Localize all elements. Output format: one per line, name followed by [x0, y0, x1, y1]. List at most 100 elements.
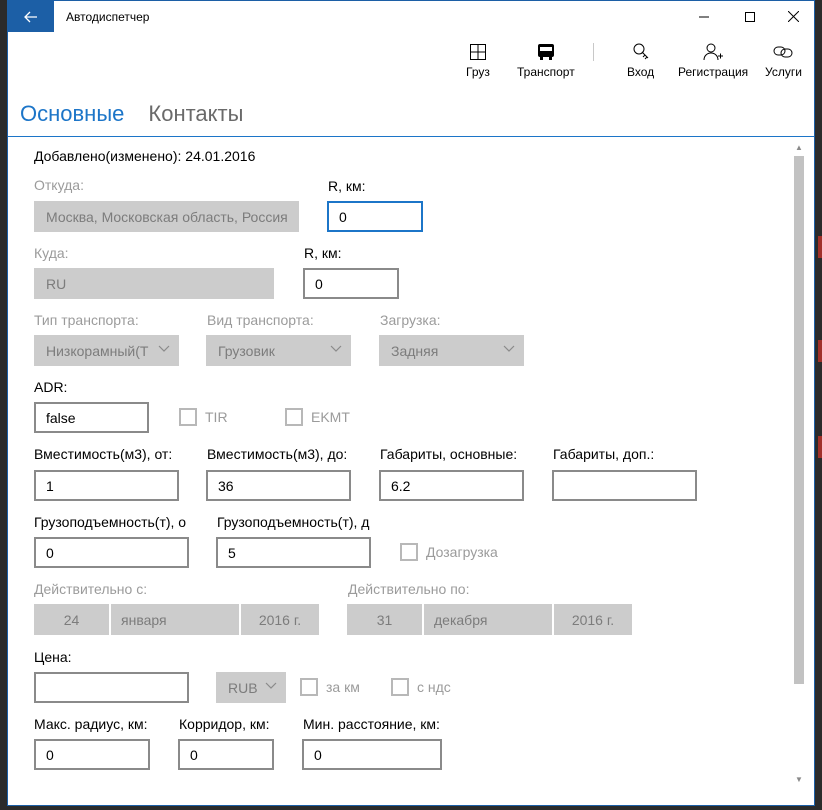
tir-checkbox[interactable]: TIR — [179, 408, 228, 426]
adr-label: ADR: — [34, 379, 68, 395]
min-distance-label: Мин. расстояние, км: — [303, 716, 440, 732]
to-label: Куда: — [34, 245, 69, 261]
scrollbar-thumb[interactable] — [794, 156, 804, 684]
valid-to-date-picker[interactable]: 31 декабря 2016 г. — [347, 604, 632, 635]
transport-kind-value: Грузовик — [218, 342, 275, 359]
transport-kind-select[interactable]: Грузовик — [206, 335, 351, 366]
checkbox-box — [400, 543, 418, 561]
max-radius-label: Макс. радиус, км: — [34, 716, 148, 732]
dims-extra-field[interactable] — [552, 470, 697, 501]
login-label: Вход — [627, 65, 655, 79]
currency-select[interactable]: RUB — [216, 672, 286, 703]
added-date-label: Добавлено(изменено): 24.01.2016 — [34, 148, 256, 164]
dims-main-field[interactable]: 6.2 — [379, 470, 524, 501]
from-field[interactable]: Москва, Московская область, Россия — [34, 201, 299, 232]
dims-main-label: Габариты, основные: — [380, 446, 518, 462]
close-button[interactable] — [770, 1, 816, 32]
vat-checkbox[interactable]: с ндс — [391, 678, 451, 696]
transport-type-value: Низкорамный(Т — [46, 342, 149, 359]
cargo-label: Груз — [466, 65, 490, 79]
chevron-down-icon — [503, 345, 515, 352]
services-label: Услуги — [765, 65, 802, 79]
tab-contacts[interactable]: Контакты — [148, 101, 243, 127]
loading-label: Загрузка: — [380, 312, 441, 328]
key-icon — [633, 43, 648, 60]
minimize-button[interactable] — [681, 1, 727, 32]
back-button[interactable] — [8, 1, 54, 32]
valid-from-date-picker[interactable]: 24 января 2016 г. — [34, 604, 319, 635]
checkbox-box — [179, 408, 197, 426]
capacity-to-label: Грузоподъемность(т), д — [217, 514, 370, 530]
price-field[interactable] — [34, 672, 189, 703]
register-label: Регистрация — [678, 65, 749, 79]
loading-select[interactable]: Задняя — [379, 335, 524, 366]
to-field[interactable]: RU — [34, 268, 274, 299]
dims-extra-label: Габариты, доп.: — [553, 446, 655, 462]
register-button[interactable]: Регистрация — [678, 39, 748, 79]
title-bar: Автодиспетчер — [8, 1, 814, 32]
extra-load-label: Дозагрузка — [426, 544, 498, 560]
transport-type-select[interactable]: Низкорамный(Т — [34, 335, 179, 366]
background-edge — [818, 340, 822, 362]
price-label: Цена: — [34, 649, 72, 665]
radius2-label: R, км: — [304, 245, 342, 261]
scroll-up-icon[interactable]: ▲ — [795, 143, 803, 152]
vertical-scrollbar[interactable]: ▲ ▼ — [792, 143, 807, 785]
adr-field[interactable]: false — [34, 402, 149, 433]
tab-main[interactable]: Основные — [20, 101, 124, 127]
minimize-icon — [699, 16, 709, 17]
volume-from-field[interactable]: 1 — [34, 470, 179, 501]
radius2-field[interactable]: 0 — [303, 268, 399, 299]
chevron-down-icon — [330, 345, 342, 352]
capacity-from-label: Грузоподъемность(т), о — [34, 514, 187, 530]
year-value[interactable]: 2016 г. — [241, 604, 319, 635]
day-value[interactable]: 31 — [347, 604, 424, 635]
from-label: Откуда: — [34, 177, 84, 193]
vat-label: с ндс — [417, 679, 451, 695]
volume-from-label: Вместимость(м3), от: — [34, 446, 173, 462]
chevron-down-icon — [158, 345, 170, 352]
volume-to-field[interactable]: 36 — [206, 470, 351, 501]
corridor-label: Корридор, км: — [179, 716, 270, 732]
corridor-field[interactable]: 0 — [178, 739, 274, 770]
transport-label: Транспорт — [517, 65, 575, 79]
close-icon — [787, 11, 799, 22]
capacity-to-field[interactable]: 5 — [216, 537, 371, 568]
back-arrow-icon — [24, 11, 37, 22]
app-title: Автодиспетчер — [66, 10, 150, 24]
chevron-down-icon — [265, 682, 277, 689]
form-area: Добавлено(изменено): 24.01.2016 Откуда: … — [8, 137, 792, 805]
checkbox-box — [300, 678, 318, 696]
checkbox-box — [391, 678, 409, 696]
services-button[interactable]: Услуги — [765, 39, 802, 79]
ekmt-label: EKMT — [311, 409, 350, 425]
ekmt-checkbox[interactable]: EKMT — [285, 408, 350, 426]
maximize-button[interactable] — [727, 1, 773, 32]
month-value[interactable]: января — [111, 604, 241, 635]
day-value[interactable]: 24 — [34, 604, 111, 635]
cargo-button[interactable]: Груз — [466, 39, 490, 79]
login-button[interactable]: Вход — [627, 39, 654, 79]
extra-load-checkbox[interactable]: Дозагрузка — [400, 543, 498, 561]
background-edge — [818, 236, 822, 258]
background-edge — [818, 436, 822, 458]
toolbar-separator — [593, 43, 594, 61]
transport-button[interactable]: Транспорт — [517, 39, 575, 79]
radius1-field[interactable]: 0 — [327, 201, 423, 232]
scroll-down-icon[interactable]: ▼ — [795, 775, 803, 784]
currency-value: RUB — [228, 679, 258, 696]
transport-type-label: Тип транспорта: — [34, 312, 139, 328]
maximize-icon — [745, 11, 755, 22]
valid-from-label: Действительно с: — [34, 581, 148, 597]
year-value[interactable]: 2016 г. — [554, 604, 632, 635]
transport-kind-label: Вид транспорта: — [207, 312, 314, 328]
per-km-checkbox[interactable]: за км — [300, 678, 360, 696]
bus-icon — [537, 44, 554, 60]
link-icon — [773, 46, 793, 58]
min-distance-field[interactable]: 0 — [302, 739, 442, 770]
valid-to-label: Действительно по: — [348, 581, 470, 597]
capacity-from-field[interactable]: 0 — [34, 537, 189, 568]
month-value[interactable]: декабря — [424, 604, 554, 635]
grid-icon — [469, 44, 486, 60]
max-radius-field[interactable]: 0 — [34, 739, 150, 770]
